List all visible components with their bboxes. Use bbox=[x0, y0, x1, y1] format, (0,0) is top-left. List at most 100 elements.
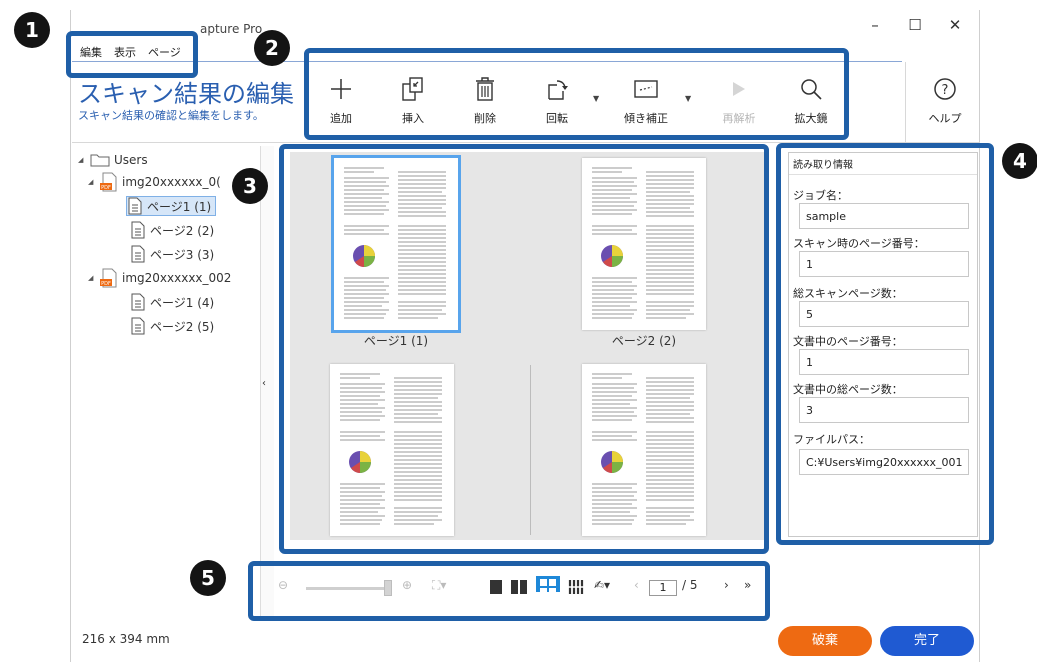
view-toolbar: ⊖ ⊕ ⛶▾ ✍▾ ‹ 1 / 5 › » bbox=[264, 568, 764, 608]
expand-icon[interactable]: ◢ bbox=[88, 178, 100, 186]
page-number-input[interactable]: 1 bbox=[649, 580, 677, 596]
svg-text:?: ? bbox=[942, 83, 949, 98]
zoom-slider-handle[interactable] bbox=[384, 580, 392, 596]
deskew-dropdown-icon[interactable]: ▼ bbox=[685, 94, 691, 103]
page-thumbnail[interactable] bbox=[330, 364, 454, 536]
magnifier-button[interactable]: 拡大鏡 bbox=[782, 74, 840, 126]
rotate-dropdown-icon[interactable]: ▼ bbox=[593, 94, 599, 103]
collapse-panel-icon[interactable]: ‹ bbox=[262, 378, 266, 389]
menu-edit[interactable]: 編集 bbox=[80, 44, 102, 62]
done-button[interactable]: 完了 bbox=[880, 626, 974, 656]
tree-page-5[interactable]: ページ2 (5) bbox=[130, 316, 214, 336]
toolbar-separator bbox=[905, 62, 906, 142]
grid-view-icon[interactable] bbox=[536, 576, 560, 592]
file-path-label: ファイルパス： bbox=[793, 433, 870, 446]
tree-page-1[interactable]: ページ1 (1) bbox=[126, 196, 217, 216]
zoom-in-icon[interactable]: ⊕ bbox=[402, 578, 412, 592]
page-thumbnail[interactable] bbox=[331, 155, 461, 333]
scan-page-number-label: スキャン時のページ番号： bbox=[793, 237, 925, 250]
help-icon: ? bbox=[920, 74, 970, 104]
tree-file-label: img20xxxxxx_0( bbox=[122, 175, 221, 189]
scan-page-number-field[interactable]: 1 bbox=[799, 251, 969, 277]
next-page-icon[interactable]: › bbox=[724, 578, 729, 592]
callout-number-3: 3 bbox=[232, 168, 268, 204]
job-name-label: ジョブ名： bbox=[793, 189, 848, 202]
tree-page-4[interactable]: ページ1 (4) bbox=[130, 292, 214, 312]
info-panel-title: 読み取り情報 bbox=[789, 153, 977, 175]
fit-page-icon[interactable]: ⛶▾ bbox=[432, 578, 446, 593]
expand-icon[interactable]: ◢ bbox=[78, 156, 90, 164]
trash-icon bbox=[456, 74, 514, 104]
window-title: apture Pro bbox=[200, 22, 263, 36]
discard-button[interactable]: 破棄 bbox=[778, 626, 872, 656]
deskew-label: 傾き補正 bbox=[624, 112, 668, 125]
thumbnail-label: ページ1 (1) bbox=[363, 334, 429, 348]
tree-page-2[interactable]: ページ2 (2) bbox=[130, 220, 214, 240]
play-icon bbox=[710, 74, 768, 104]
header-divider bbox=[72, 142, 980, 143]
zoom-slider[interactable] bbox=[306, 587, 386, 590]
callout-number-4: 4 bbox=[1002, 143, 1037, 179]
rotate-label: 回転 bbox=[546, 112, 568, 125]
rotate-icon bbox=[528, 74, 586, 104]
multi-grid-view-icon[interactable] bbox=[568, 579, 586, 595]
file-tree: ◢ Users ◢ PDF img20xxxxxx_0( ページ1 (1) ペー… bbox=[74, 148, 260, 603]
scan-info-panel: 読み取り情報 ジョブ名： sample スキャン時のページ番号： 1 総スキャン… bbox=[788, 152, 978, 537]
file-path-field[interactable]: C:¥Users¥img20xxxxxx_001 bbox=[799, 449, 969, 475]
page-thumbnail[interactable] bbox=[582, 364, 706, 536]
single-page-view-icon[interactable] bbox=[489, 579, 503, 595]
tree-file-label: img20xxxxxx_002 bbox=[122, 271, 232, 285]
help-button[interactable]: ? ヘルプ bbox=[920, 74, 970, 126]
tree-root[interactable]: ◢ Users bbox=[78, 150, 148, 170]
total-scan-pages-field[interactable]: 5 bbox=[799, 301, 969, 327]
tree-page-label: ページ3 (3) bbox=[150, 247, 215, 262]
page-total: / 5 bbox=[682, 578, 698, 592]
edit-annotation-icon[interactable]: ✍▾ bbox=[594, 578, 610, 592]
svg-text:PDF: PDF bbox=[101, 281, 111, 287]
add-label: 追加 bbox=[330, 112, 352, 125]
callout-number-5: 5 bbox=[190, 560, 226, 596]
delete-label: 削除 bbox=[474, 112, 496, 125]
page-thumbnail[interactable] bbox=[582, 158, 706, 330]
expand-icon[interactable]: ◢ bbox=[88, 274, 100, 282]
doc-page-number-field[interactable]: 1 bbox=[799, 349, 969, 375]
thumbnail-label: ページ2 (2) bbox=[611, 334, 677, 348]
page-size-status: 216 x 394 mm bbox=[82, 632, 170, 646]
prev-page-icon[interactable]: ‹ bbox=[634, 578, 639, 592]
delete-button[interactable]: 削除 bbox=[456, 74, 514, 126]
close-button[interactable]: ✕ bbox=[940, 14, 970, 36]
magnifier-label: 拡大鏡 bbox=[794, 112, 828, 125]
two-page-view-icon[interactable] bbox=[510, 579, 528, 595]
tree-page-label: ページ1 (4) bbox=[150, 295, 215, 310]
insert-button[interactable]: 挿入 bbox=[384, 74, 442, 126]
spread-divider bbox=[530, 365, 531, 535]
reanalyze-label: 再解析 bbox=[722, 112, 756, 125]
page-icon bbox=[131, 221, 145, 239]
tree-file-1[interactable]: ◢ PDF img20xxxxxx_0( bbox=[88, 172, 221, 192]
menu-page[interactable]: ページ bbox=[148, 44, 181, 62]
plus-icon bbox=[312, 74, 370, 104]
add-button[interactable]: 追加 bbox=[312, 74, 370, 126]
last-page-icon[interactable]: » bbox=[744, 578, 751, 592]
reanalyze-button[interactable]: 再解析 bbox=[710, 74, 768, 126]
page-icon bbox=[131, 293, 145, 311]
tree-file-2[interactable]: ◢ PDF img20xxxxxx_002 bbox=[88, 268, 231, 288]
page-title: スキャン結果の編集 bbox=[78, 80, 294, 108]
minimize-button[interactable]: – bbox=[860, 14, 890, 36]
help-label: ヘルプ bbox=[928, 112, 962, 125]
deskew-button[interactable]: 傾き補正 bbox=[617, 74, 675, 126]
menu-view[interactable]: 表示 bbox=[114, 44, 136, 62]
svg-text:PDF: PDF bbox=[101, 185, 111, 191]
callout-number-1: 1 bbox=[14, 12, 50, 48]
doc-total-pages-field[interactable]: 3 bbox=[799, 397, 969, 423]
pdf-file-icon: PDF bbox=[100, 172, 117, 192]
tree-page-3[interactable]: ページ3 (3) bbox=[130, 244, 214, 264]
maximize-button[interactable]: ☐ bbox=[900, 14, 930, 36]
rotate-button[interactable]: 回転 bbox=[528, 74, 586, 126]
job-name-field[interactable]: sample bbox=[799, 203, 969, 229]
tree-page-label: ページ2 (2) bbox=[150, 223, 215, 238]
magnifier-icon bbox=[782, 74, 840, 104]
total-scan-pages-label: 総スキャンページ数： bbox=[793, 287, 903, 300]
doc-page-number-label: 文書中のページ番号： bbox=[793, 335, 903, 348]
zoom-out-icon[interactable]: ⊖ bbox=[278, 578, 288, 592]
